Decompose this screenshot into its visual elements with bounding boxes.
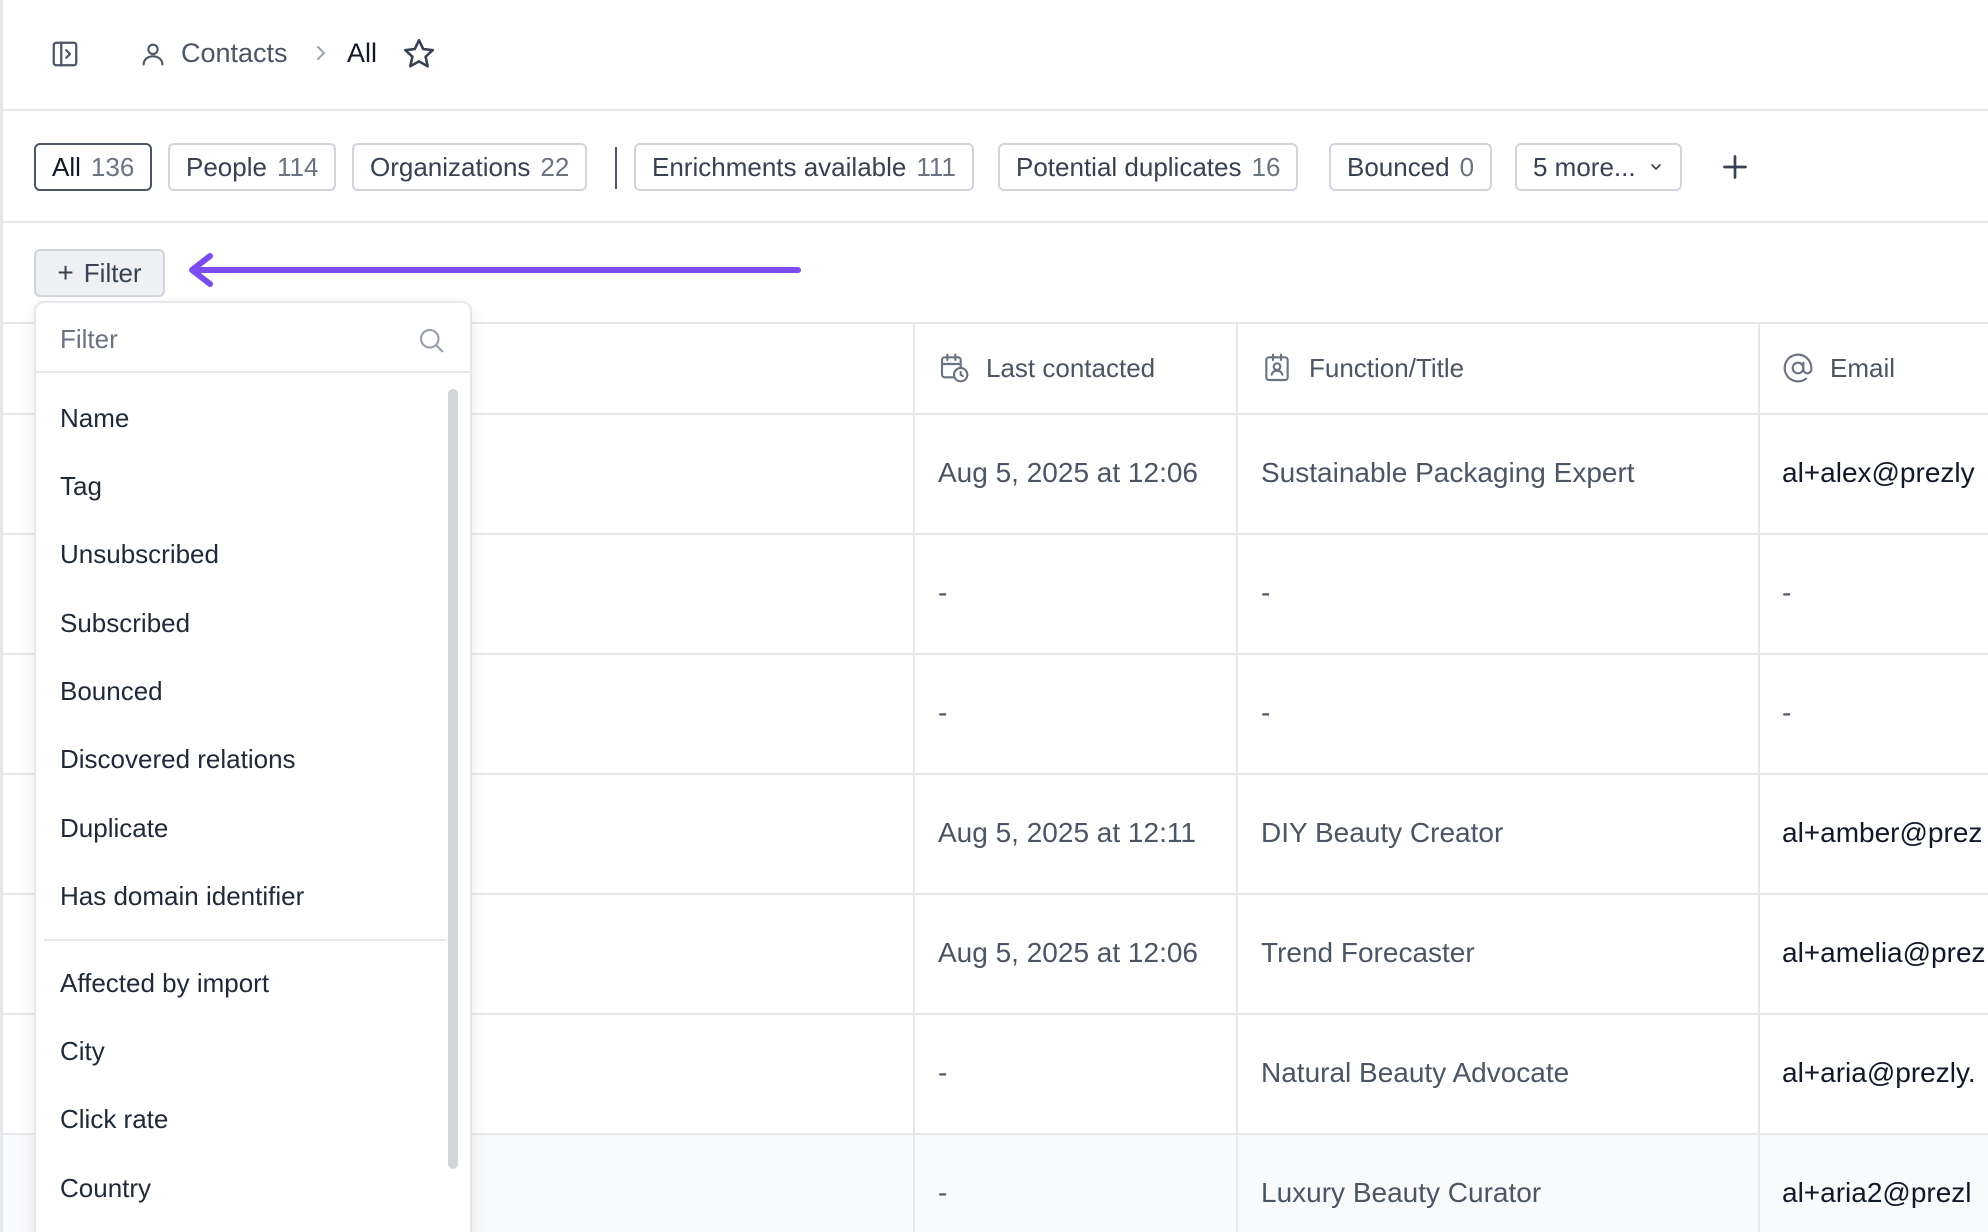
column-divider [1236, 324, 1238, 1232]
filter-option-subscribed[interactable]: Subscribed [60, 608, 190, 639]
tab-count: 22 [540, 151, 570, 182]
column-divider [1758, 324, 1760, 1232]
filter-option-tag[interactable]: Tag [60, 471, 102, 502]
dropdown-scrollbar[interactable] [448, 389, 458, 1169]
filter-option-name[interactable]: Name [60, 403, 129, 434]
function-title-cell: - [1261, 577, 1271, 608]
filter-search-input[interactable] [60, 321, 400, 357]
search-icon [419, 328, 444, 353]
star-icon[interactable] [401, 36, 437, 72]
tab-potential-duplicates[interactable]: Potential duplicates 16 [998, 143, 1299, 191]
tab-label: People [186, 151, 267, 182]
breadcrumb-contacts-link[interactable]: Contacts [181, 38, 288, 69]
last-contacted-cell: Aug 5, 2025 at 12:11 [938, 817, 1196, 848]
breadcrumb-current: All [347, 38, 378, 68]
tab-count: 114 [276, 151, 319, 182]
last-contacted-cell: Aug 5, 2025 at 12:06 [938, 937, 1198, 968]
column-header-email[interactable]: Email [1782, 352, 1895, 384]
filter-option-city[interactable]: City [60, 1036, 105, 1067]
sidebar-toggle-icon [52, 41, 78, 67]
more-tabs-dropdown[interactable]: 5 more... [1515, 143, 1682, 191]
tab-label: All [52, 151, 81, 182]
email-cell[interactable]: al+alex@prezly [1782, 457, 1975, 489]
function-title-cell: Natural Beauty Advocate [1261, 1057, 1570, 1088]
tab-count: 136 [90, 151, 135, 182]
calendar-clock-icon [940, 353, 969, 383]
tab-bounced[interactable]: Bounced 0 [1329, 143, 1493, 191]
chevron-right-icon [317, 46, 326, 60]
id-badge-icon [1265, 353, 1289, 382]
function-title-cell: - [1261, 697, 1271, 728]
filter-button-label: Filter [83, 257, 142, 288]
segment-tabs-bar: All 136 People 114 Organizations 22 Enrichm… [3, 111, 1988, 223]
last-contacted-cell: Aug 5, 2025 at 12:06 [938, 457, 1198, 488]
filter-option-discovered-relations[interactable]: Discovered relations [60, 744, 296, 775]
add-filter-button[interactable]: + Filter [34, 249, 165, 297]
filter-option-country[interactable]: Country [60, 1173, 151, 1204]
menu-separator [44, 939, 446, 941]
email-cell: - [1782, 697, 1792, 728]
sidebar-toggle-button[interactable] [49, 38, 81, 70]
email-cell: - [1782, 577, 1792, 608]
column-header-label: Email [1830, 352, 1896, 383]
column-header-label: Function/Title [1309, 352, 1465, 383]
filter-option-bounced[interactable]: Bounced [60, 676, 163, 707]
email-cell[interactable]: al+aria2@prezl [1782, 1177, 1972, 1209]
chevron-down-icon [1650, 164, 1661, 171]
last-contacted-cell: - [938, 1057, 948, 1088]
filter-option-click-rate[interactable]: Click rate [60, 1104, 168, 1135]
filter-option-duplicate[interactable]: Duplicate [60, 813, 168, 844]
filter-dropdown-menu: Name Tag Unsubscribed Subscribed Bounced… [34, 301, 472, 1232]
filter-option-has-domain-identifier[interactable]: Has domain identifier [60, 881, 304, 912]
column-header-label: Last contacted [986, 352, 1156, 383]
top-bar: Contacts All [3, 0, 1988, 111]
add-tab-icon[interactable] [1717, 149, 1753, 185]
last-contacted-cell: - [938, 577, 948, 608]
tab-organizations[interactable]: Organizations 22 [352, 143, 588, 191]
function-title-cell: Trend Forecaster [1261, 937, 1475, 968]
at-sign-icon [1783, 353, 1813, 383]
email-cell[interactable]: al+aria@prezly. [1782, 1057, 1976, 1089]
tab-label: Potential duplicates [1016, 151, 1242, 182]
last-contacted-cell: - [938, 1177, 948, 1208]
filter-search-box [36, 303, 470, 373]
column-header-function-title[interactable]: Function/Title [1261, 352, 1464, 384]
tab-count: 16 [1251, 151, 1281, 182]
last-contacted-cell: - [938, 697, 948, 728]
function-title-cell: DIY Beauty Creator [1261, 817, 1504, 848]
tab-count: 0 [1459, 151, 1475, 182]
filter-option-affected-by-import[interactable]: Affected by import [60, 968, 269, 999]
plus-icon: + [57, 257, 74, 288]
tab-divider [615, 147, 617, 189]
filter-option-unsubscribed[interactable]: Unsubscribed [60, 539, 219, 570]
function-title-cell: Sustainable Packaging Expert [1261, 457, 1635, 488]
tab-all[interactable]: All 136 [34, 143, 153, 191]
email-cell[interactable]: al+amelia@prez [1782, 937, 1986, 969]
function-title-cell: Luxury Beauty Curator [1261, 1177, 1542, 1208]
tab-count: 111 [916, 151, 956, 182]
column-divider [913, 324, 915, 1232]
tab-people[interactable]: People 114 [168, 143, 337, 191]
annotation-arrow-icon [189, 253, 801, 287]
email-cell[interactable]: al+amber@prez [1782, 817, 1982, 849]
more-tabs-label: 5 more... [1533, 151, 1636, 182]
column-header-last-contacted[interactable]: Last contacted [938, 352, 1155, 384]
person-icon [142, 43, 164, 66]
tab-label: Bounced [1347, 151, 1450, 182]
tab-label: Organizations [370, 151, 531, 182]
tab-enrichments-available[interactable]: Enrichments available 111 [634, 143, 974, 191]
tab-label: Enrichments available [652, 151, 907, 182]
